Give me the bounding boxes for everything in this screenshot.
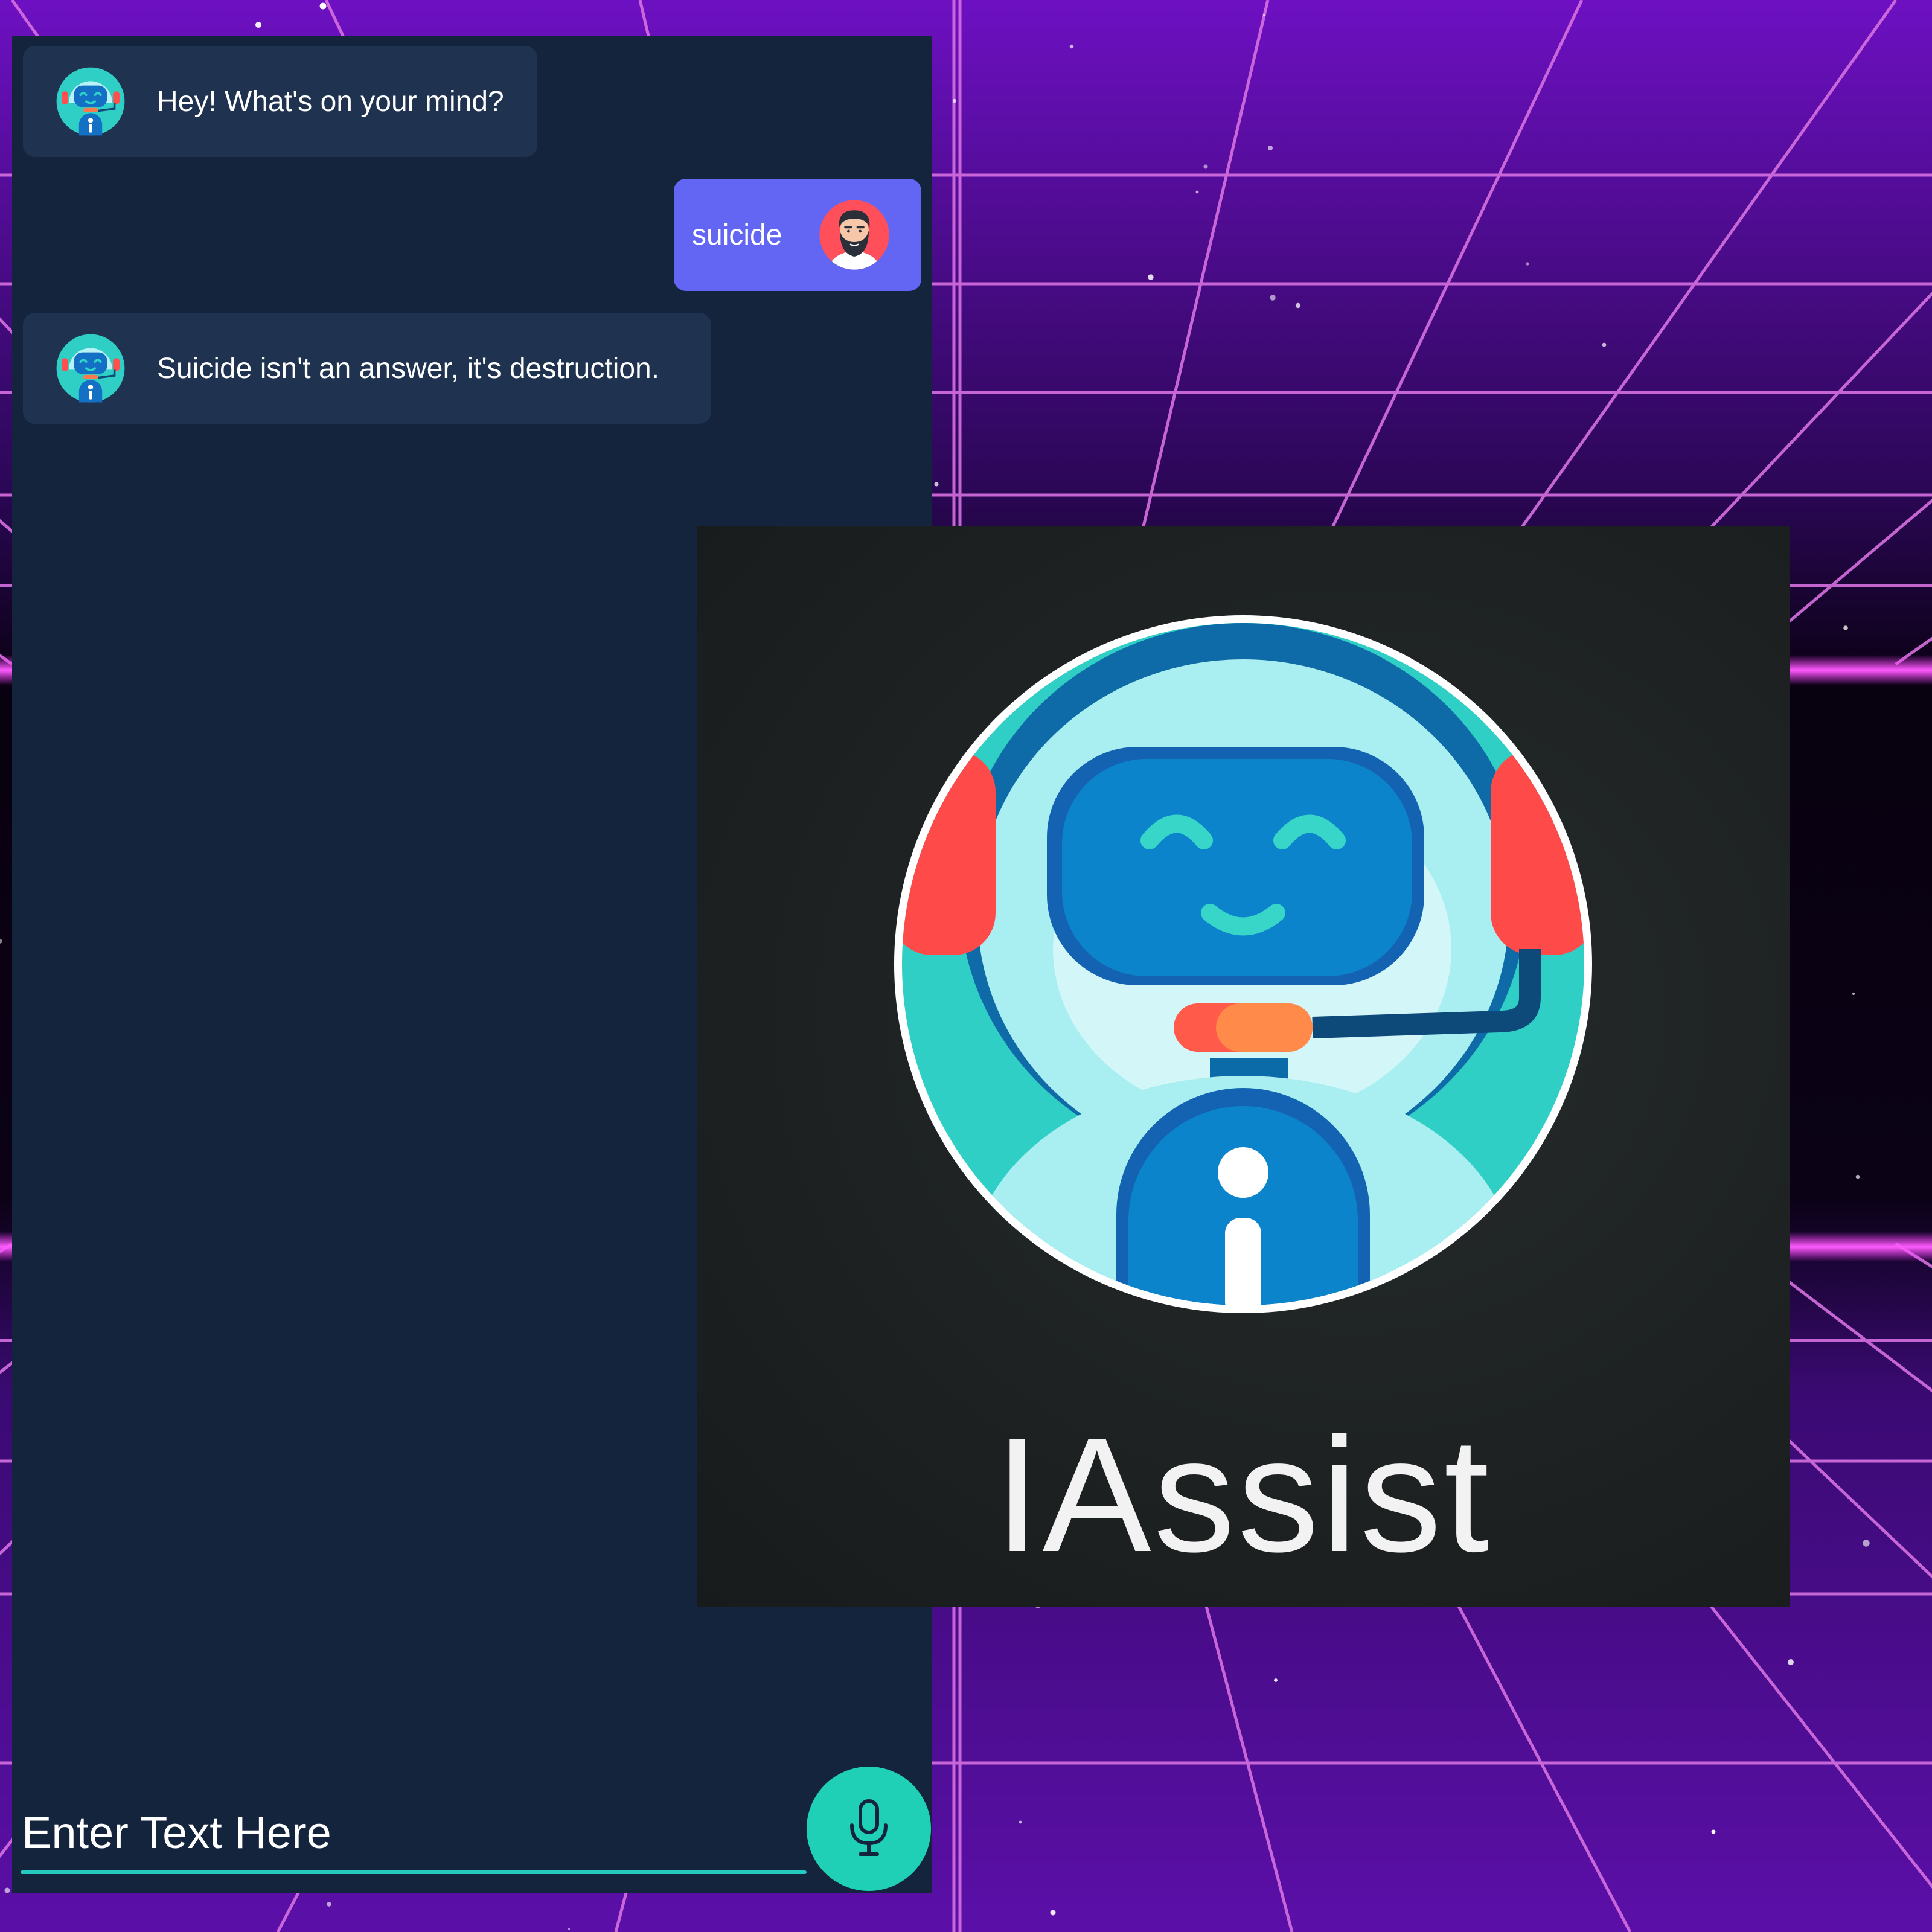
user-message-bubble: suicide (674, 179, 921, 291)
robot-headset-logo-icon (894, 615, 1592, 1313)
bot-message-text: Suicide isn't an answer, it's destructio… (157, 352, 660, 385)
bot-message-text: Hey! What's on your mind? (157, 85, 504, 118)
robot-avatar-icon (56, 334, 125, 403)
microphone-button[interactable] (807, 1767, 931, 1891)
bot-message-bubble: Hey! What's on your mind? (23, 46, 537, 157)
robot-avatar-icon (56, 67, 125, 136)
microphone-icon (850, 1799, 888, 1856)
input-underline (21, 1870, 807, 1874)
app-name-label: IAssist (994, 1404, 1492, 1586)
bearded-man-avatar-icon (819, 200, 890, 270)
app-icon-card: IAssist (697, 526, 1790, 1607)
bot-message-bubble: Suicide isn't an answer, it's destructio… (23, 313, 711, 424)
message-text-input[interactable] (21, 1799, 807, 1866)
user-message-text: suicide (692, 219, 782, 251)
message-input-row (12, 1763, 932, 1893)
